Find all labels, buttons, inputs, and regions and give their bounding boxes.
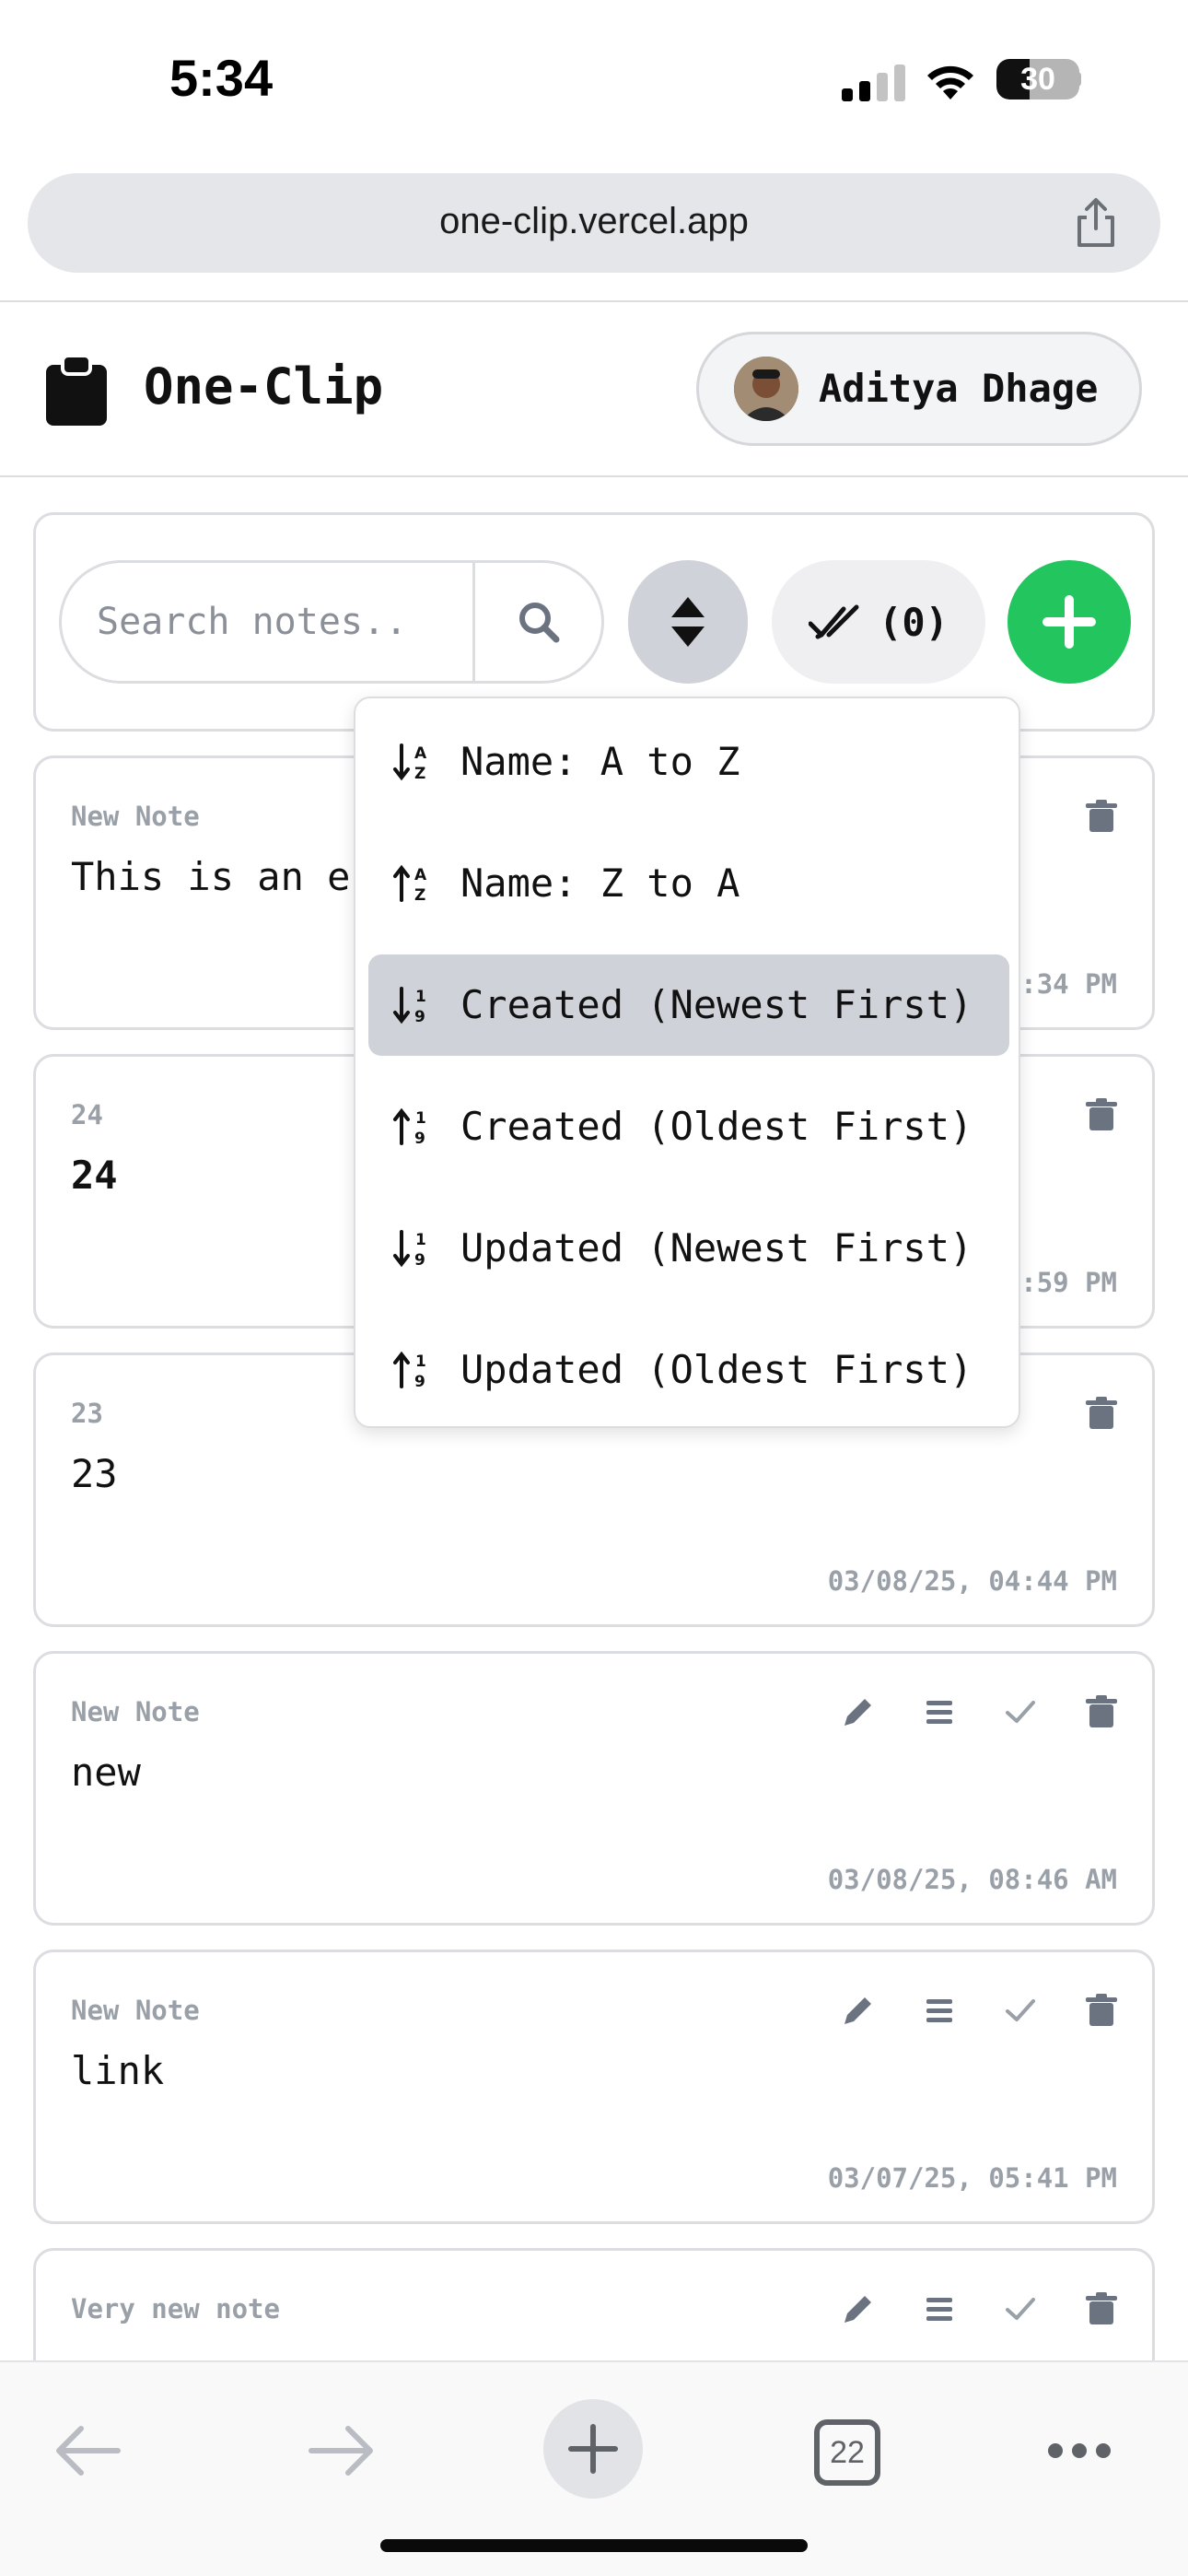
sort-numeric-down-icon: 19 [393, 1230, 426, 1269]
sort-alpha-up-icon: AZ [393, 864, 427, 904]
check-icon[interactable] [1003, 1993, 1038, 2028]
sort-numeric-up-icon: 19 [393, 1351, 426, 1390]
wifi-icon [927, 65, 973, 100]
check-icon[interactable] [1003, 1694, 1038, 1729]
battery-level: 30 [1020, 62, 1055, 97]
share-icon[interactable] [1068, 195, 1124, 251]
cellular-signal-icon [842, 64, 905, 101]
new-tab-button[interactable] [543, 2399, 643, 2499]
menu-icon[interactable] [922, 2291, 957, 2326]
app-title: One-Clip [144, 357, 384, 416]
svg-text:Z: Z [414, 886, 425, 904]
url-text[interactable]: one-clip.vercel.app [28, 201, 1160, 242]
note-date: 03/08/25, 04:44 PM [827, 1565, 1117, 1597]
home-indicator [380, 2539, 808, 2552]
note-card[interactable]: New Note link 03/07/25, 05:41 PM [33, 1950, 1155, 2224]
sort-option-label: Name: A to Z [460, 739, 740, 784]
selected-count: (0) [879, 599, 949, 645]
back-arrow-icon[interactable] [53, 2423, 122, 2478]
note-title: 23 [71, 1398, 103, 1429]
svg-text:9: 9 [414, 1251, 425, 1269]
svg-text:1: 1 [415, 1352, 426, 1371]
svg-text:9: 9 [414, 1130, 425, 1147]
svg-text:1: 1 [415, 1109, 426, 1128]
svg-text:Z: Z [414, 765, 425, 782]
note-card[interactable]: New Note new 03/08/25, 08:46 AM [33, 1651, 1155, 1926]
double-check-icon [809, 604, 859, 639]
trash-icon[interactable] [1084, 799, 1119, 834]
search-box [59, 560, 604, 684]
note-title: New Note [71, 801, 200, 832]
note-body: link [71, 2048, 165, 2093]
avatar [734, 357, 798, 421]
sort-button[interactable] [628, 560, 748, 684]
plus-icon [568, 2424, 618, 2474]
note-body: new [71, 1750, 141, 1795]
more-options-icon[interactable] [1046, 2441, 1112, 2460]
svg-text:1: 1 [415, 988, 426, 1006]
battery-cap [1074, 72, 1081, 87]
note-body: This is an e [71, 854, 351, 899]
sort-option-label: Created (Oldest First) [460, 1104, 973, 1149]
sort-option-updated-oldest[interactable]: 19 Updated (Oldest First) [368, 1319, 1009, 1421]
sort-icon [671, 597, 705, 647]
user-menu-button[interactable]: Aditya Dhage [696, 332, 1142, 446]
divider [0, 475, 1188, 477]
battery-icon: 30 [996, 59, 1079, 100]
note-date: :59 PM [1020, 1267, 1117, 1298]
svg-text:1: 1 [415, 1231, 426, 1249]
sort-option-label: Updated (Newest First) [460, 1225, 973, 1270]
svg-text:9: 9 [414, 1008, 425, 1025]
sort-option-label: Updated (Oldest First) [460, 1347, 973, 1392]
sort-menu: AZ Name: A to Z AZ Name: Z to A 19 Creat… [354, 697, 1020, 1428]
clipboard-icon [46, 356, 107, 426]
plus-icon [1042, 595, 1096, 649]
trash-icon[interactable] [1084, 2291, 1119, 2326]
user-name: Aditya Dhage [819, 366, 1099, 411]
sort-option-name-desc[interactable]: AZ Name: Z to A [368, 833, 1009, 934]
note-date: :34 PM [1020, 968, 1117, 1000]
sort-alpha-down-icon: AZ [393, 744, 427, 782]
search-icon [518, 603, 559, 643]
menu-icon[interactable] [922, 1993, 957, 2028]
note-title: New Note [71, 1696, 200, 1727]
sort-option-created-oldest[interactable]: 19 Created (Oldest First) [368, 1076, 1009, 1177]
note-title: 24 [71, 1099, 103, 1130]
check-icon[interactable] [1003, 2291, 1038, 2326]
address-bar[interactable]: one-clip.vercel.app [28, 173, 1160, 273]
note-title: Very new note [71, 2293, 280, 2324]
sort-option-updated-newest[interactable]: 19 Updated (Newest First) [368, 1198, 1009, 1299]
note-title: New Note [71, 1995, 200, 2026]
sort-numeric-down-icon: 19 [393, 987, 426, 1025]
menu-icon[interactable] [922, 1694, 957, 1729]
svg-text:A: A [414, 866, 427, 884]
pencil-icon[interactable] [841, 1694, 876, 1729]
add-note-button[interactable] [1007, 560, 1131, 684]
tab-count: 22 [830, 2434, 865, 2470]
note-date: 03/07/25, 05:41 PM [827, 2162, 1117, 2194]
trash-icon[interactable] [1084, 1396, 1119, 1431]
note-body: 24 [71, 1153, 118, 1198]
sort-option-created-newest[interactable]: 19 Created (Newest First) [368, 954, 1009, 1056]
sort-option-name-asc[interactable]: AZ Name: A to Z [368, 711, 1009, 813]
divider [0, 300, 1188, 302]
svg-text:A: A [414, 744, 427, 763]
forward-arrow-icon[interactable] [308, 2423, 376, 2478]
sort-option-label: Created (Newest First) [460, 982, 973, 1027]
svg-text:9: 9 [414, 1373, 425, 1390]
search-input[interactable] [62, 563, 472, 681]
pencil-icon[interactable] [841, 2291, 876, 2326]
note-body: 23 [71, 1451, 118, 1496]
trash-icon[interactable] [1084, 1993, 1119, 2028]
trash-icon[interactable] [1084, 1694, 1119, 1729]
pencil-icon[interactable] [841, 1993, 876, 2028]
search-button[interactable] [475, 563, 601, 681]
trash-icon[interactable] [1084, 1097, 1119, 1132]
status-time: 5:34 [169, 49, 274, 107]
tabs-button[interactable]: 22 [814, 2419, 880, 2486]
select-all-button[interactable]: (0) [772, 560, 985, 684]
sort-option-label: Name: Z to A [460, 861, 740, 906]
sort-numeric-up-icon: 19 [393, 1107, 426, 1147]
note-date: 03/08/25, 08:46 AM [827, 1864, 1117, 1895]
